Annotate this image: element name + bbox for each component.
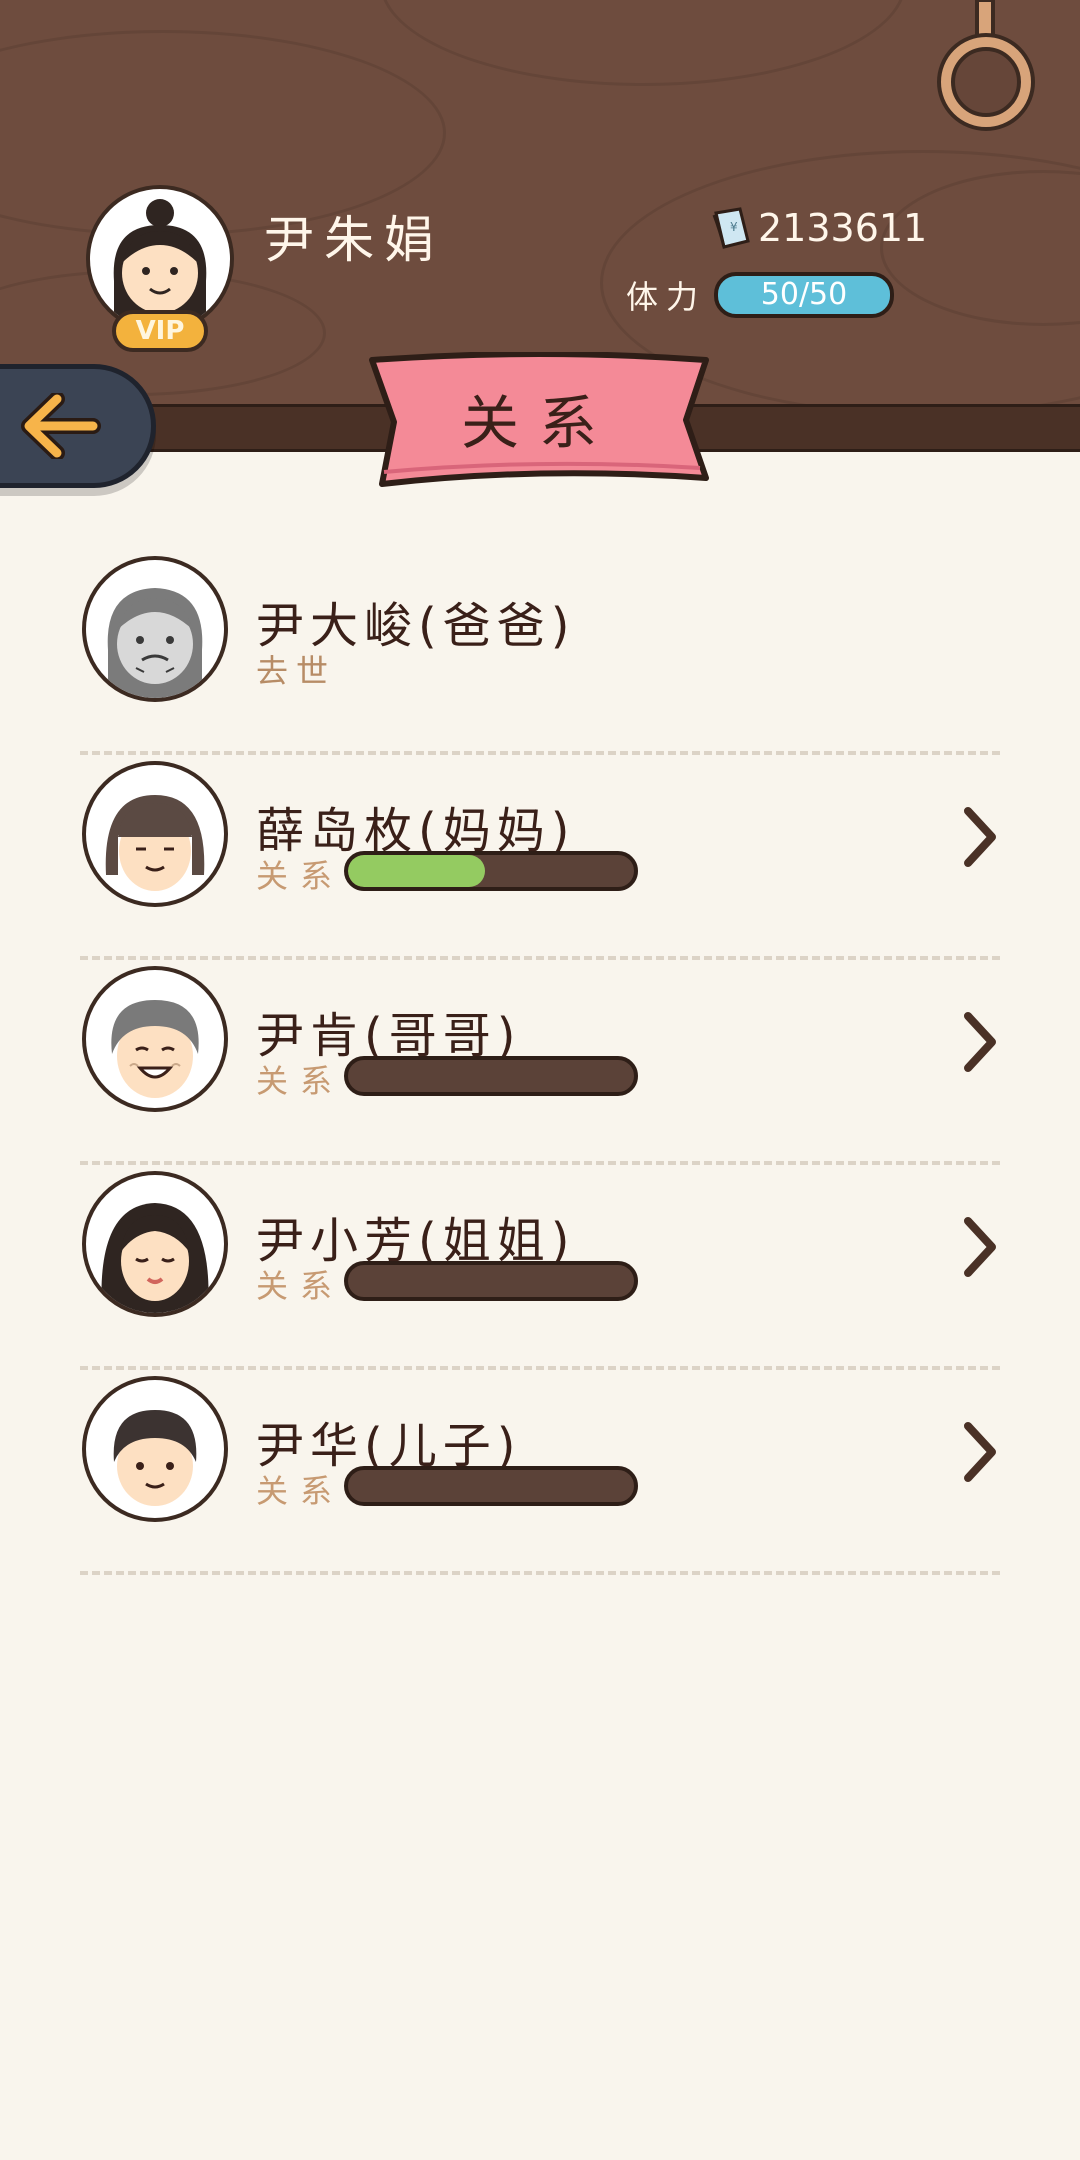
wood-grain [380,0,906,86]
relationship-bar [344,1466,638,1506]
stamina-label: 体力 [626,278,707,316]
relative-row-father: 尹大峻(爸爸) 去世 [80,550,1000,755]
avatar [82,966,228,1112]
relatives-list: 尹大峻(爸爸) 去世 薛岛枚(妈妈) 关系 尹肯(哥哥) 关系 尹小芳(姐姐) … [80,550,1000,1575]
relationship-label: 关系 [256,1472,345,1510]
relationship-label: 关系 [256,857,345,895]
player-name: 尹朱娟 [264,211,444,269]
avatar [82,1376,228,1522]
page-title: 关系 [460,389,617,457]
stamina-bar: 50/50 [714,272,894,318]
avatar [82,556,228,702]
chevron-right-icon[interactable] [960,805,1000,869]
chevron-right-icon[interactable] [960,1420,1000,1484]
money-icon: ¥ [712,207,750,249]
relationship-bar [344,1261,638,1301]
money-value: 2133611 [758,206,928,250]
relationship-bar [344,851,638,891]
vip-badge: VIP [112,310,208,352]
money-display: ¥ 2133611 [710,205,927,251]
relationship-label: 关系 [256,1062,345,1100]
chevron-right-icon[interactable] [960,1010,1000,1074]
hook-icon[interactable] [936,0,1036,140]
relative-row-brother[interactable]: 尹肯(哥哥) 关系 [80,960,1000,1165]
avatar [82,761,228,907]
relative-status: 去世 [256,652,337,690]
relative-row-son[interactable]: 尹华(儿子) 关系 [80,1370,1000,1575]
back-arrow-icon [21,393,101,459]
back-button[interactable] [0,364,156,488]
relative-row-mother[interactable]: 薛岛枚(妈妈) 关系 [80,755,1000,960]
svg-text:¥: ¥ [730,220,738,234]
relationship-label: 关系 [256,1267,345,1305]
relationship-bar [344,1056,638,1096]
relative-row-sister[interactable]: 尹小芳(姐姐) 关系 [80,1165,1000,1370]
avatar [82,1171,228,1317]
relationship-fill [348,855,486,887]
chevron-right-icon[interactable] [960,1215,1000,1279]
